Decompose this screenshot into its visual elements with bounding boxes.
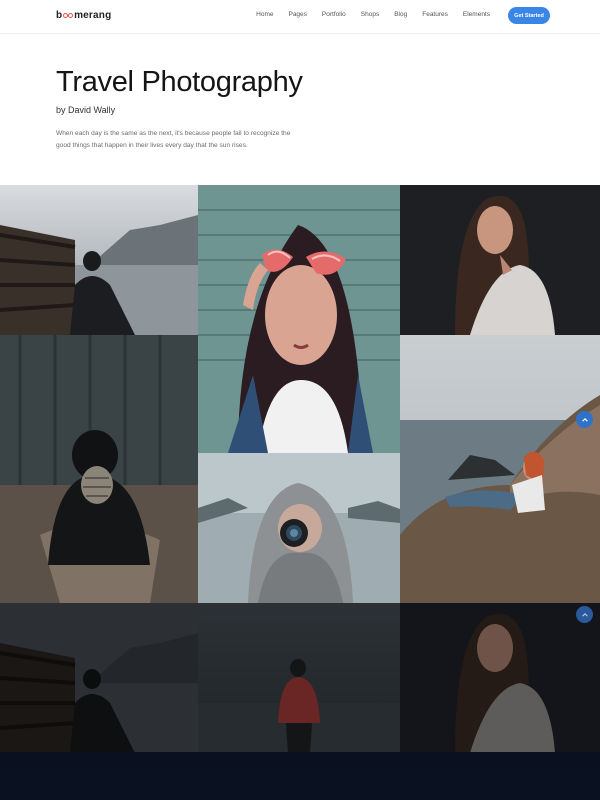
scroll-top-button-secondary[interactable] — [576, 606, 593, 623]
chevron-up-icon — [581, 612, 588, 617]
gallery-photo-man-on-pier-dark[interactable] — [0, 603, 198, 753]
page-description: When each day is the same as the next, i… — [56, 130, 291, 149]
main-nav: Home Pages Portfolio Shops Blog Features… — [241, 11, 490, 18]
get-started-button[interactable]: Get Started — [508, 7, 550, 24]
nav-portfolio[interactable]: Portfolio — [322, 11, 346, 18]
nav-elements[interactable]: Elements — [463, 11, 490, 18]
footer-area — [0, 752, 600, 800]
gallery-photo-hooded-photographer[interactable] — [198, 453, 400, 603]
nav-home[interactable]: Home — [256, 11, 273, 18]
logo-infinity-mark — [63, 13, 74, 18]
chevron-up-icon — [581, 417, 588, 422]
page-title: Travel Photography — [56, 66, 303, 98]
nav-features[interactable]: Features — [422, 11, 448, 18]
page-author: by David Wally — [56, 105, 116, 115]
gallery-photo-man-in-fog[interactable] — [198, 603, 400, 753]
gallery-photo-woman-portrait[interactable] — [400, 185, 600, 335]
gallery-photo-chimpanzee[interactable] — [0, 335, 198, 603]
site-logo[interactable]: b merang — [56, 10, 111, 21]
gallery-photo-man-on-pier[interactable] — [0, 185, 198, 335]
scroll-top-button[interactable] — [576, 411, 593, 428]
gallery-photo-woman-sunglasses[interactable] — [198, 185, 400, 453]
nav-blog[interactable]: Blog — [394, 11, 407, 18]
logo-prefix: b — [56, 10, 63, 21]
gallery-photo-woman-portrait-dark[interactable] — [400, 603, 600, 753]
gallery-photo-woman-on-rocks[interactable] — [400, 335, 600, 603]
site-header: b merang Home Pages Portfolio Shops Blog… — [0, 0, 600, 34]
nav-shops[interactable]: Shops — [361, 11, 379, 18]
logo-suffix: merang — [74, 10, 112, 21]
nav-pages[interactable]: Pages — [288, 11, 306, 18]
